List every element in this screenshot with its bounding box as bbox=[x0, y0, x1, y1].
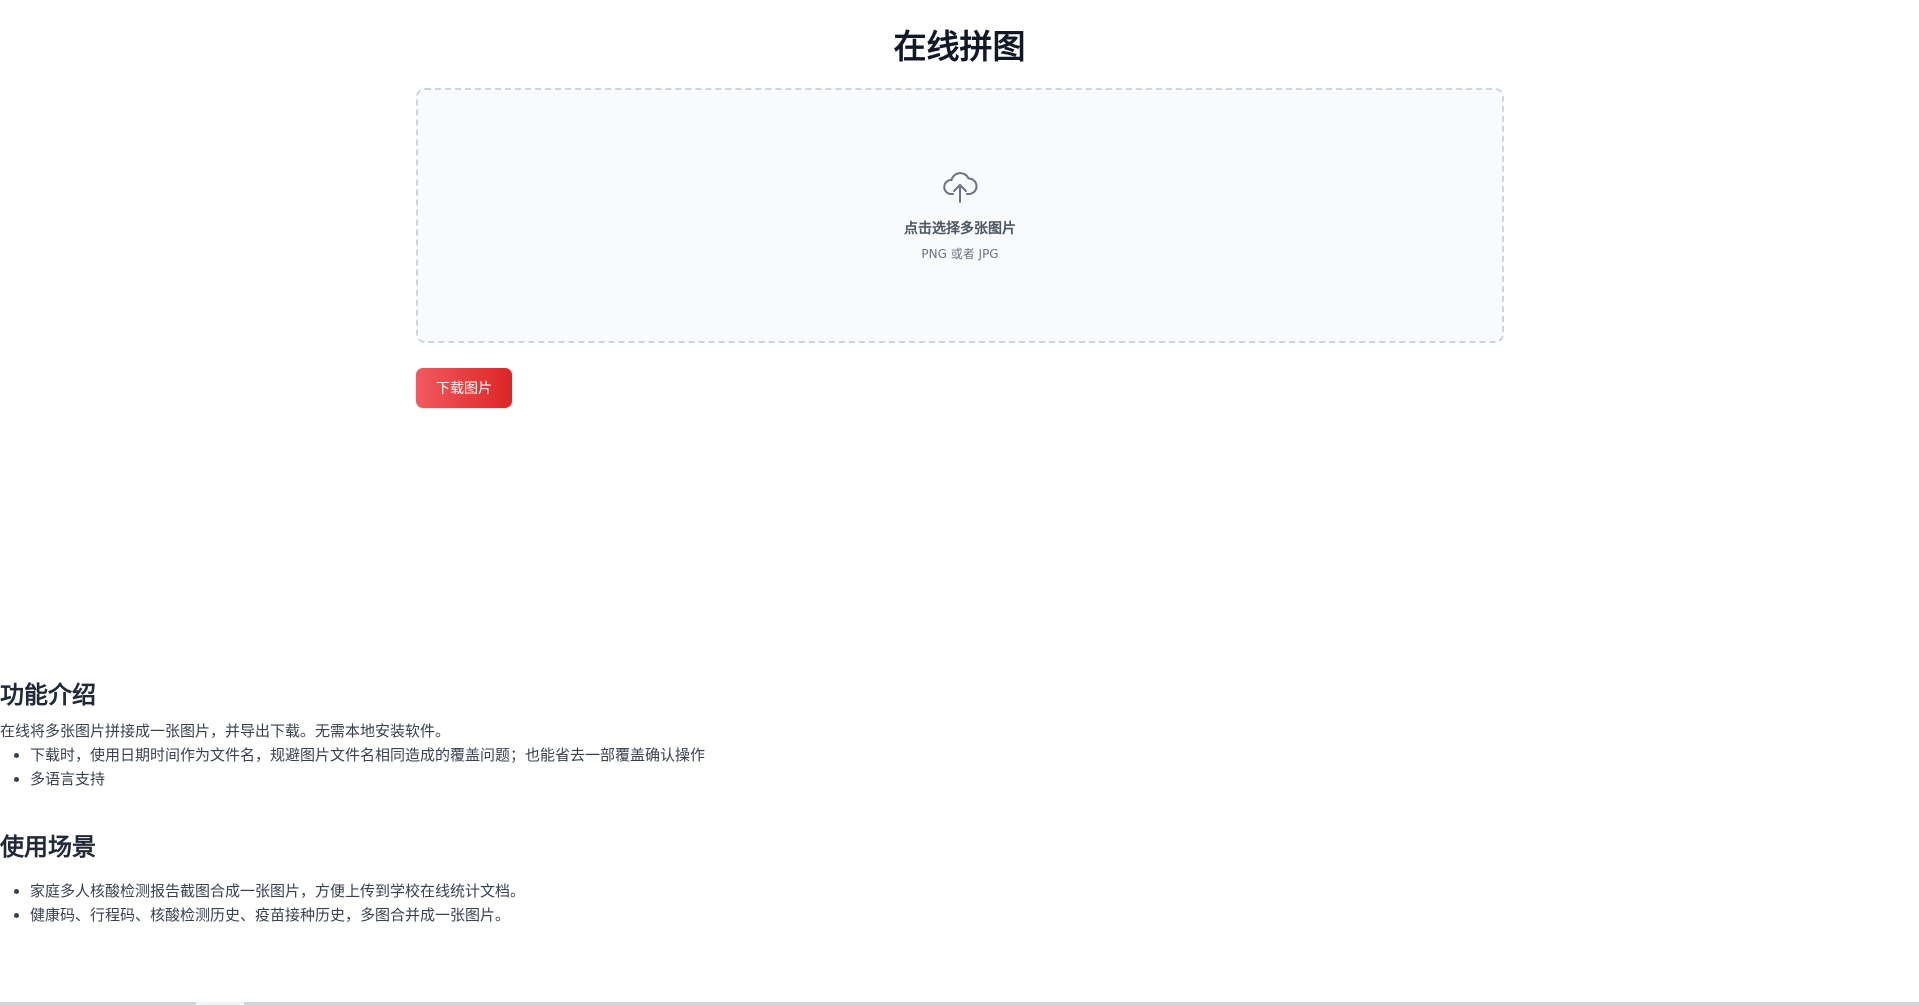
list-item: 健康码、行程码、核酸检测历史、疫苗接种历史，多图合并成一张图片。 bbox=[30, 903, 1000, 927]
features-intro: 在线将多张图片拼接成一张图片，并导出下载。无需本地安装软件。 bbox=[0, 722, 451, 740]
list-item: 家庭多人核酸检测报告截图合成一张图片，方便上传到学校在线统计文档。 bbox=[30, 879, 1000, 903]
scenarios-list: 家庭多人核酸检测报告截图合成一张图片，方便上传到学校在线统计文档。 健康码、行程… bbox=[0, 879, 1000, 927]
upload-label: 点击选择多张图片 bbox=[904, 221, 1016, 237]
upload-content: 点击选择多张图片 PNG 或者 JPG bbox=[418, 166, 1502, 262]
list-item: 下载时，使用日期时间作为文件名，规避图片文件名相同造成的覆盖问题；也能省去一部覆… bbox=[30, 743, 1000, 767]
scenarios-section: 使用场景 家庭多人核酸检测报告截图合成一张图片，方便上传到学校在线统计文档。 健… bbox=[0, 831, 1000, 927]
features-list: 下载时，使用日期时间作为文件名，规避图片文件名相同造成的覆盖问题；也能省去一部覆… bbox=[0, 743, 1000, 791]
features-section: 功能介绍 在线将多张图片拼接成一张图片，并导出下载。无需本地安装软件。 下载时，… bbox=[0, 679, 1000, 791]
image-upload-dropzone[interactable]: 点击选择多张图片 PNG 或者 JPG bbox=[416, 88, 1504, 343]
upload-format-hint: PNG 或者 JPG bbox=[921, 247, 999, 261]
list-item: 多语言支持 bbox=[30, 767, 1000, 791]
scenarios-heading: 使用场景 bbox=[0, 833, 96, 861]
features-heading: 功能介绍 bbox=[0, 681, 96, 709]
page-title: 在线拼图 bbox=[893, 27, 1026, 66]
cloud-upload-icon bbox=[940, 166, 980, 206]
download-image-button[interactable]: 下载图片 bbox=[416, 368, 512, 408]
